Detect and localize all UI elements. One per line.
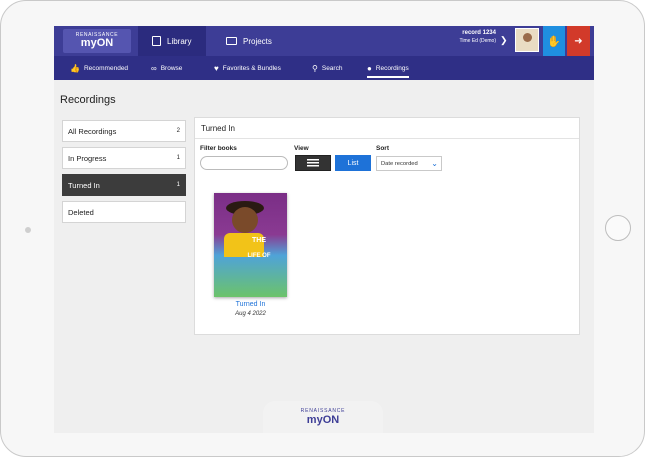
cover-title-2: LIFE OF: [247, 253, 271, 259]
sidebar-item-label: In Progress: [68, 153, 107, 163]
panel-title: Turned In: [201, 124, 235, 133]
footer-logo-name: myON: [306, 414, 340, 426]
thumbs-up-icon: 👍: [70, 63, 80, 73]
user-info[interactable]: record 1234 Time Ed (Demo): [460, 30, 497, 44]
sign-out-button[interactable]: ➜: [567, 26, 590, 56]
top-navigation: RENAISSANCE myON Library Projects record…: [54, 26, 594, 56]
chevron-down-icon: ⌄: [431, 159, 438, 168]
footer-logo-top: RENAISSANCE: [300, 408, 346, 414]
sidebar-item-in-progress[interactable]: In Progress 1: [62, 147, 186, 169]
sort-select[interactable]: Date recorded ⌄: [376, 156, 442, 171]
user-subtitle: Time Ed (Demo): [459, 38, 497, 44]
tab-library-label: Library: [167, 36, 192, 46]
footer-logo: RENAISSANCE myON: [263, 401, 383, 433]
tab-projects[interactable]: Projects: [212, 26, 282, 56]
sign-out-icon: ➜: [574, 35, 583, 47]
folder-icon: [226, 37, 237, 45]
read-aloud-button[interactable]: ✋: [543, 26, 565, 56]
filter-label: Filter books: [200, 145, 237, 152]
sidebar-item-turned-in[interactable]: Turned In 1: [62, 174, 186, 196]
heart-icon: ♥: [214, 63, 219, 73]
sort-value: Date recorded: [381, 160, 418, 167]
sidebar-item-all-recordings[interactable]: All Recordings 2: [62, 120, 186, 142]
subnav-recommended[interactable]: 👍 Recommended: [70, 56, 128, 80]
myon-logo[interactable]: RENAISSANCE myON: [63, 29, 131, 53]
sidebar-item-count: 1: [176, 182, 180, 188]
page-title: Recordings: [60, 94, 116, 106]
book-date: Aug 4 2022: [235, 311, 266, 317]
camera-icon: [25, 227, 31, 233]
sidebar-item-count: 1: [176, 155, 180, 161]
subnav-search-label: Search: [321, 64, 343, 72]
recordings-panel: Turned In Filter books View List Sort Da…: [194, 117, 580, 335]
cover-art: [232, 207, 258, 233]
app-screen: RENAISSANCE myON Library Projects record…: [54, 26, 594, 433]
filter-books-input[interactable]: [200, 156, 288, 170]
subnav-search[interactable]: ⚲ Search: [312, 56, 342, 80]
view-label: View: [294, 145, 309, 152]
subnav-favorites-label: Favorites & Bundles: [222, 64, 281, 72]
tab-projects-label: Projects: [243, 36, 272, 46]
subnav-browse-label: Browse: [160, 64, 183, 72]
sidebar-item-label: All Recordings: [68, 126, 117, 136]
speaker-head-icon: ●: [367, 63, 372, 73]
glasses-icon: ∞: [151, 63, 157, 73]
subnav-recordings[interactable]: ● Recordings: [367, 56, 409, 80]
grid-view-button[interactable]: [295, 155, 331, 171]
chevron-down-icon[interactable]: ❯: [500, 35, 508, 46]
tab-library[interactable]: Library: [138, 26, 206, 56]
subnav-favorites[interactable]: ♥ Favorites & Bundles: [214, 56, 281, 80]
subnav-recordings-label: Recordings: [375, 64, 409, 72]
sidebar-item-label: Deleted: [68, 207, 94, 217]
tablet-frame: RENAISSANCE myON Library Projects record…: [0, 0, 645, 457]
home-button[interactable]: [605, 215, 631, 241]
subnav-browse[interactable]: ∞ Browse: [151, 56, 182, 80]
book-status-link[interactable]: Turned In: [214, 301, 287, 308]
sidebar-item-label: Turned In: [68, 180, 100, 190]
logo-name: myON: [80, 37, 114, 49]
sort-label: Sort: [376, 145, 389, 152]
sub-navigation: 👍 Recommended ∞ Browse ♥ Favorites & Bun…: [54, 56, 594, 80]
sidebar-item-count: 2: [176, 128, 180, 134]
list-view-button[interactable]: List: [335, 155, 371, 171]
book-cover[interactable]: THE LIFE OF: [214, 193, 287, 297]
user-name: record 1234: [462, 30, 496, 36]
divider: [195, 138, 579, 139]
sidebar-item-deleted[interactable]: Deleted: [62, 201, 186, 223]
cover-title: THE: [252, 237, 266, 244]
grid-icon: [307, 159, 319, 167]
search-icon: ⚲: [312, 63, 318, 73]
tablet-hand-icon: ✋: [547, 35, 561, 48]
book-icon: [152, 36, 161, 46]
avatar[interactable]: [515, 28, 539, 52]
subnav-recommended-label: Recommended: [83, 64, 129, 72]
